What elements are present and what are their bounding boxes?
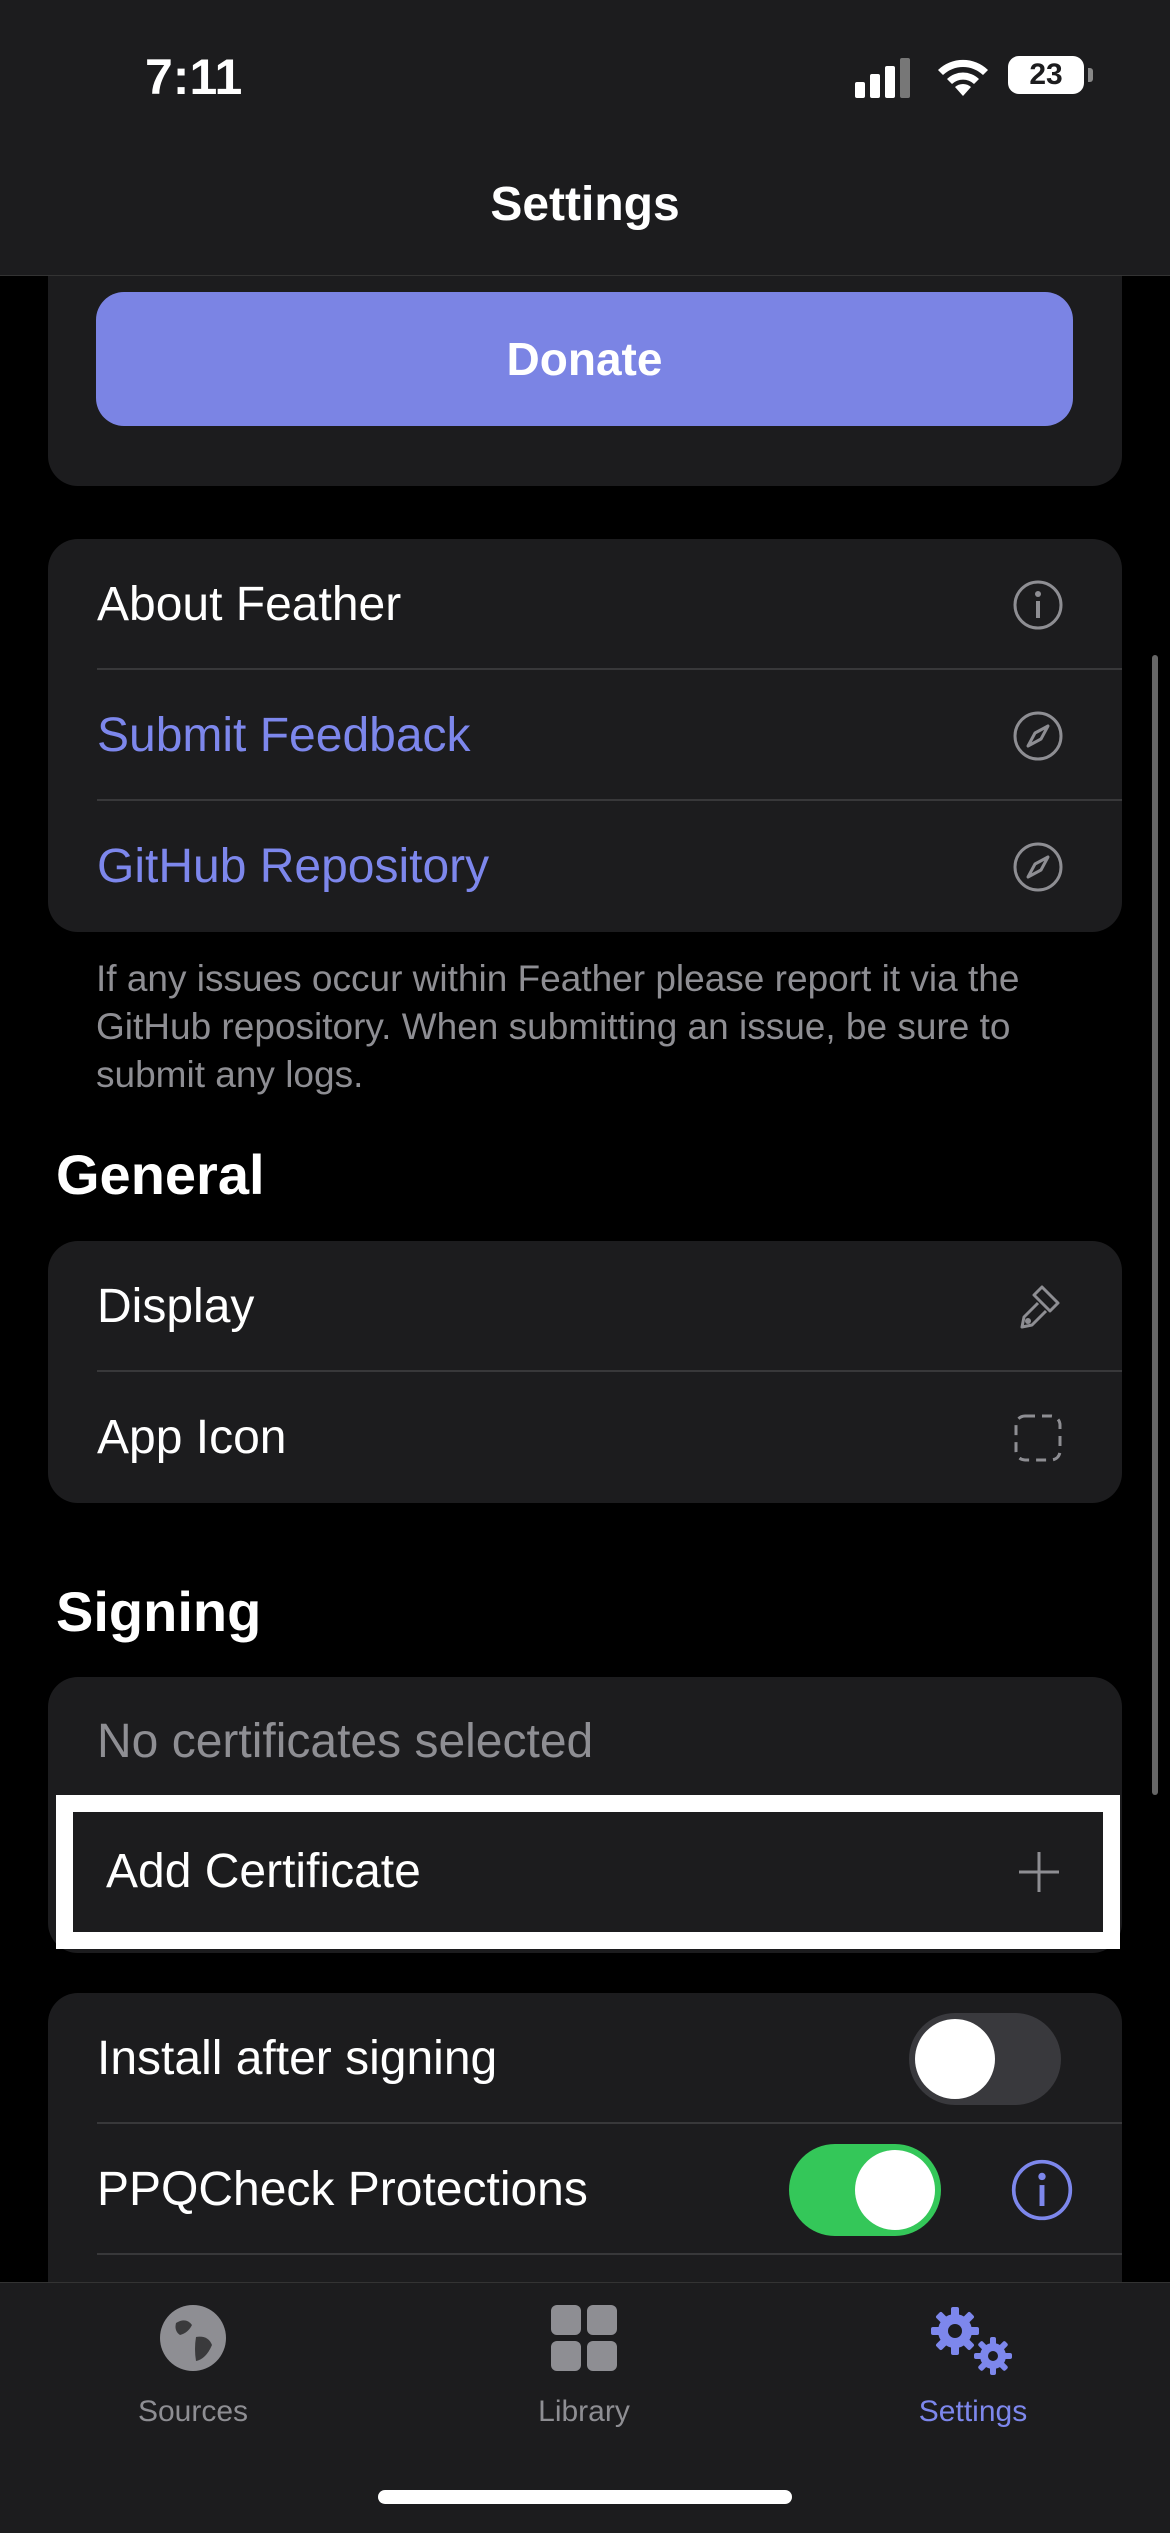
submit-feedback-row[interactable]: Submit Feedback <box>48 670 1122 801</box>
ppqcheck-toggle[interactable] <box>789 2144 941 2236</box>
display-row[interactable]: Display <box>48 1241 1122 1372</box>
github-repository-row[interactable]: GitHub Repository <box>48 801 1122 932</box>
compass-icon <box>1013 711 1063 761</box>
wifi-icon <box>938 59 988 96</box>
general-card: Display App Icon <box>48 1241 1122 1503</box>
display-label: Display <box>97 1280 255 1333</box>
plus-icon <box>1019 1852 1059 1892</box>
gears-icon <box>931 2307 1012 2375</box>
row-divider <box>97 2253 1122 2255</box>
ppqcheck-label: PPQCheck Protections <box>97 2163 588 2216</box>
toggle-knob <box>915 2019 995 2099</box>
home-indicator[interactable] <box>378 2490 792 2504</box>
scrollbar[interactable] <box>1152 655 1158 1795</box>
ppqcheck-row: PPQCheck Protections <box>48 2124 1122 2255</box>
about-feather-label: About Feather <box>97 578 402 631</box>
about-card: About Feather Submit Feedback GitHub Rep… <box>48 539 1122 932</box>
tab-sources[interactable]: Sources <box>63 2283 323 2443</box>
toggle-knob <box>855 2150 935 2230</box>
page-title: Settings <box>490 178 680 231</box>
add-certificate-label: Add Certificate <box>106 1845 421 1898</box>
add-certificate-row[interactable]: Add Certificate <box>56 1795 1120 1949</box>
dashed-square-icon <box>1014 1414 1062 1462</box>
donate-button[interactable]: Donate <box>96 292 1073 426</box>
signing-section-title: Signing <box>56 1580 262 1643</box>
install-after-signing-toggle[interactable] <box>909 2013 1061 2105</box>
info-icon <box>1013 580 1063 630</box>
app-icon-label: App Icon <box>97 1411 287 1464</box>
general-section-title: General <box>56 1143 265 1206</box>
tab-settings[interactable]: Settings <box>843 2283 1103 2443</box>
cellular-signal-icon <box>855 58 913 98</box>
info-icon[interactable] <box>1010 2158 1074 2222</box>
about-footnote: If any issues occur within Feather pleas… <box>96 958 1020 1095</box>
navigation-header: 7:11 23 Settings <box>0 0 1170 276</box>
tab-library[interactable]: Library <box>454 2283 714 2443</box>
submit-feedback-label: Submit Feedback <box>97 709 471 762</box>
no-certificates-row: No certificates selected <box>48 1677 1122 1795</box>
status-time: 7:11 <box>145 49 243 105</box>
no-certificates-label: No certificates selected <box>97 1715 594 1768</box>
github-repository-label: GitHub Repository <box>97 840 490 893</box>
tab-library-label: Library <box>538 2395 630 2428</box>
globe-icon <box>160 2305 226 2371</box>
paintbrush-icon <box>1020 1285 1060 1329</box>
battery-indicator: 23 <box>1008 56 1093 94</box>
app-icon-row[interactable]: App Icon <box>48 1372 1122 1503</box>
tab-sources-label: Sources <box>137 2395 249 2428</box>
grid-icon <box>551 2305 617 2371</box>
compass-icon <box>1013 842 1063 892</box>
tab-settings-label: Settings <box>918 2395 1028 2428</box>
about-feather-row[interactable]: About Feather <box>48 539 1122 670</box>
install-after-signing-row: Install after signing <box>48 1993 1122 2124</box>
install-after-signing-label: Install after signing <box>97 2032 498 2085</box>
